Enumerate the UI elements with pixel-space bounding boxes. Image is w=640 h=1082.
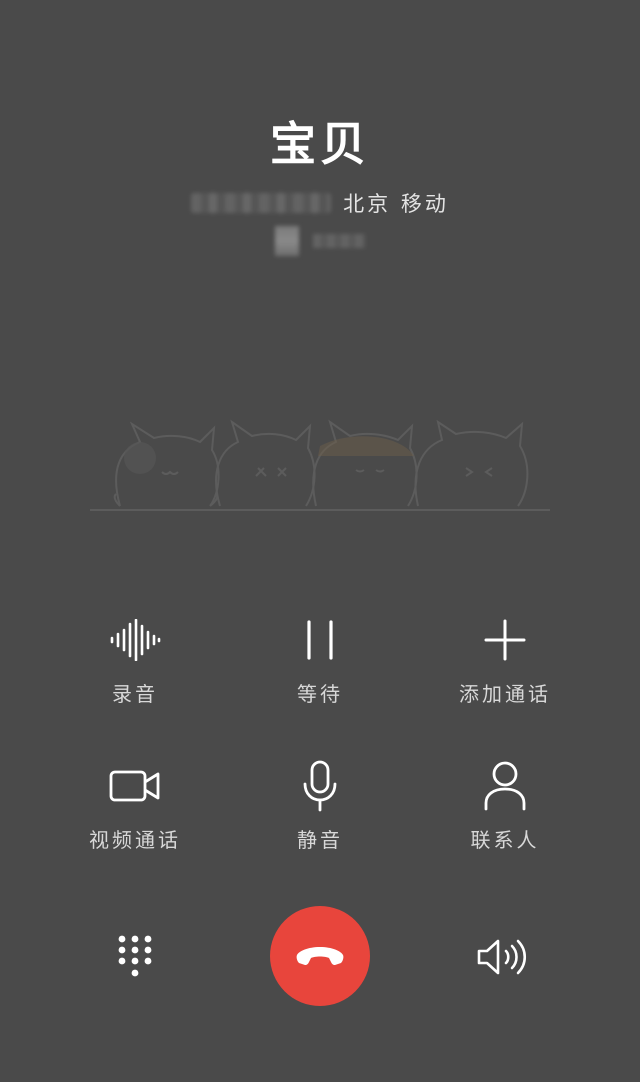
hold-button[interactable]: 等待	[245, 612, 395, 722]
in-call-screen: 宝贝 北京 移动 录音 等待 添加通话 视频通话 静音 联系人	[0, 0, 640, 1082]
video-camera-icon	[107, 758, 163, 814]
hold-label: 等待	[297, 682, 343, 706]
dialpad-icon	[118, 935, 152, 977]
microphone-icon	[292, 758, 348, 814]
call-status-row	[0, 226, 640, 256]
record-label: 录音	[112, 682, 158, 706]
waveform-icon	[107, 612, 163, 668]
video-call-label: 视频通话	[89, 828, 181, 852]
plus-icon	[477, 612, 533, 668]
contacts-label: 联系人	[470, 828, 540, 852]
person-icon	[477, 758, 533, 814]
contact-name: 宝贝	[270, 117, 370, 171]
speaker-icon	[477, 939, 527, 975]
blurred-phone-number	[191, 193, 332, 213]
caller-info-row: 北京 移动	[0, 188, 640, 218]
record-button[interactable]: 录音	[60, 612, 210, 722]
speaker-button[interactable]	[472, 926, 534, 988]
video-call-button[interactable]: 视频通话	[60, 758, 210, 868]
cats-illustration	[90, 419, 550, 511]
mute-label: 静音	[297, 828, 343, 852]
pause-icon	[292, 612, 348, 668]
dialpad-button[interactable]	[104, 926, 166, 988]
mute-button[interactable]: 静音	[245, 758, 395, 868]
add-call-button[interactable]: 添加通话	[430, 612, 580, 722]
contacts-button[interactable]: 联系人	[430, 758, 580, 868]
add-call-label: 添加通话	[459, 682, 551, 706]
caller-location: 北京 移动	[343, 192, 449, 216]
blurred-call-timer	[313, 234, 365, 248]
phone-hangup-icon	[296, 947, 344, 965]
hangup-button[interactable]	[270, 906, 370, 1006]
blurred-sim-indicator	[275, 226, 299, 256]
